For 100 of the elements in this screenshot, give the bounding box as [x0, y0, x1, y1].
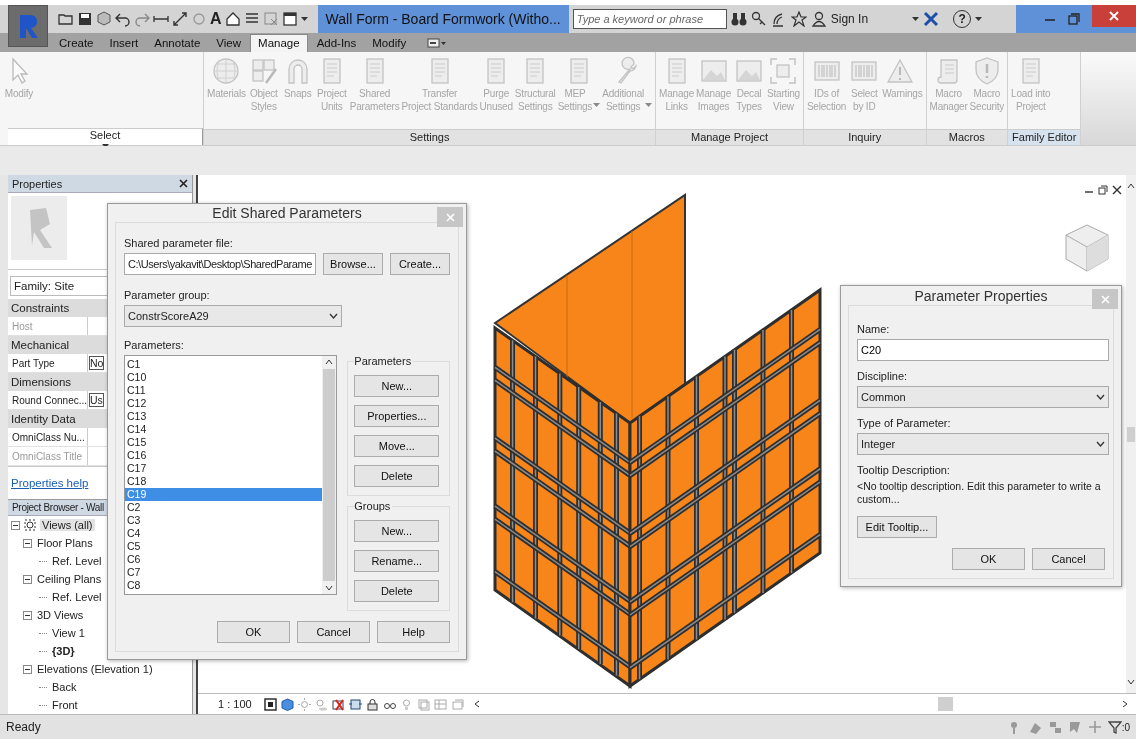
property-value[interactable]: Us — [89, 393, 104, 407]
ribbon-tab[interactable]: Annotate — [147, 35, 208, 52]
dialog-button[interactable]: New... — [354, 520, 440, 542]
dialog-button[interactable]: Cancel — [297, 621, 370, 643]
collapse-icon[interactable] — [11, 520, 20, 530]
folder-icon[interactable] — [58, 11, 74, 27]
scroll-up-icon[interactable] — [325, 359, 334, 365]
tree-item[interactable]: Elevations (Elevation 1) — [35, 663, 155, 675]
scroll-right-icon[interactable] — [1122, 700, 1128, 708]
list-item[interactable]: C7 — [125, 566, 323, 579]
dropdown[interactable]: Common — [857, 386, 1109, 408]
close-icon[interactable] — [179, 179, 188, 188]
tree-item[interactable]: {3D} — [50, 645, 77, 657]
list-item[interactable]: C8 — [125, 579, 323, 592]
detail-level-icon[interactable] — [263, 697, 277, 711]
collapse-icon[interactable] — [23, 664, 32, 674]
panel-title[interactable]: Family Editor — [1008, 128, 1081, 145]
search-field[interactable]: Type a keyword or phrase — [572, 9, 727, 29]
ribbon-tab[interactable]: Add-Ins — [309, 35, 364, 52]
list-item[interactable]: C15 — [125, 436, 323, 449]
scroll-up-icon[interactable] — [1127, 183, 1135, 189]
dialog-button[interactable]: Rename... — [354, 550, 440, 572]
list-item[interactable]: C4 — [125, 527, 323, 540]
lock-icon[interactable] — [365, 697, 379, 711]
list-item[interactable]: C18 — [125, 475, 323, 488]
dialog-button[interactable]: Delete — [354, 465, 440, 487]
panel-title[interactable]: Settings — [204, 128, 656, 145]
edit-tooltip-button[interactable]: Edit Tooltip... — [857, 516, 937, 538]
list-item[interactable]: C12 — [125, 397, 323, 410]
tree-item[interactable]: Views (all) — [40, 519, 95, 531]
scroll-down-icon[interactable] — [325, 585, 334, 591]
file-path-field[interactable]: C:\Users\yakavit\Desktop\SharedParame — [124, 253, 316, 275]
properties-help-link[interactable]: Properties help — [11, 477, 89, 489]
list-item[interactable]: C1 — [125, 358, 323, 371]
restore-icon[interactable] — [1068, 13, 1080, 25]
collapse-icon[interactable] — [23, 538, 32, 548]
tree-item[interactable]: Ref. Level — [50, 555, 104, 567]
list-item[interactable]: C6 — [125, 553, 323, 566]
tree-item[interactable]: Back — [50, 681, 79, 693]
house-icon[interactable] — [224, 11, 241, 27]
person-icon[interactable] — [810, 11, 827, 27]
view-scale[interactable]: 1 : 100 — [218, 698, 252, 710]
parameter-list[interactable]: C1 C10 C11 C12 C13 C14 C15 C16 C17 C18 C19 C2 C3 C4 C5 C6 C7 C8 — [124, 355, 338, 595]
tree-item[interactable]: Ceiling Plans — [35, 573, 104, 585]
tree-item[interactable]: 3D Views — [35, 609, 86, 621]
tree-item[interactable]: Floor Plans — [35, 537, 95, 549]
create-button[interactable]: Create... — [390, 253, 450, 275]
diagonal-arrow-icon[interactable] — [172, 11, 188, 27]
browse-button[interactable]: Browse... — [323, 253, 383, 275]
ribbon-tab[interactable]: View — [209, 35, 249, 52]
panel-title[interactable]: Macros — [926, 128, 1008, 145]
list-item[interactable]: C16 — [125, 449, 323, 462]
panel-title[interactable]: Manage Project — [656, 128, 803, 145]
tree-item[interactable]: Ref. Level — [50, 591, 104, 603]
panel-title[interactable]: Inquiry — [803, 128, 926, 145]
dialog-button[interactable]: Delete — [354, 580, 440, 602]
dropdown[interactable]: ConstrScoreA29 — [124, 305, 342, 327]
panel-toggle-icon[interactable] — [427, 37, 448, 48]
close-icon[interactable] — [1112, 185, 1122, 195]
tree-item[interactable]: Front — [50, 699, 80, 711]
panel-title[interactable]: Select — [8, 128, 203, 145]
save-icon[interactable] — [77, 11, 93, 27]
sign-in-link[interactable]: Sign In — [830, 12, 869, 26]
list-item[interactable]: C5 — [125, 540, 323, 553]
ribbon-tab[interactable]: Manage — [250, 34, 308, 52]
text-tool-button[interactable]: A — [210, 10, 222, 28]
scroll-thumb[interactable] — [323, 369, 336, 581]
collapse-icon[interactable] — [23, 610, 32, 620]
list-item[interactable]: C2 — [125, 501, 323, 514]
list-item[interactable]: C3 — [125, 514, 323, 527]
dialog-button[interactable]: Help — [377, 621, 450, 643]
filter-icon[interactable] — [1107, 720, 1122, 734]
scroll-down-icon[interactable] — [1127, 679, 1135, 685]
scroll-thumb[interactable] — [938, 697, 954, 711]
restore-icon[interactable] — [1098, 185, 1108, 195]
undo-icon[interactable] — [115, 11, 131, 27]
close-button[interactable] — [1092, 5, 1136, 27]
scroll-thumb[interactable] — [1127, 426, 1135, 442]
ribbon-tab[interactable]: Create — [52, 35, 101, 52]
cube-icon[interactable] — [280, 697, 294, 711]
crop-region-icon[interactable] — [348, 697, 362, 711]
binoculars-icon[interactable] — [730, 11, 747, 27]
ribbon-tab[interactable]: Insert — [102, 35, 146, 52]
collapse-icon[interactable] — [23, 574, 32, 584]
window-icon[interactable] — [281, 11, 298, 27]
property-value[interactable]: No — [89, 356, 105, 370]
dialog-button[interactable]: OK — [217, 621, 290, 643]
dialog-button[interactable]: OK — [952, 548, 1025, 570]
crop-icon[interactable] — [331, 697, 345, 711]
dialog-button[interactable]: Cancel — [1032, 548, 1105, 570]
dropdown[interactable]: Integer — [857, 433, 1109, 455]
tree-item[interactable]: View 1 — [50, 627, 87, 639]
ribbon-tab[interactable]: Modify — [365, 35, 414, 52]
star-icon[interactable] — [790, 11, 807, 27]
dialog-button[interactable]: New... — [354, 375, 440, 397]
list-item[interactable]: C17 — [125, 462, 323, 475]
scroll-left-icon[interactable] — [473, 700, 480, 708]
dialog-button[interactable]: Properties... — [354, 405, 440, 427]
dialog-button[interactable]: Move... — [354, 435, 440, 457]
key-icon[interactable] — [750, 11, 767, 27]
